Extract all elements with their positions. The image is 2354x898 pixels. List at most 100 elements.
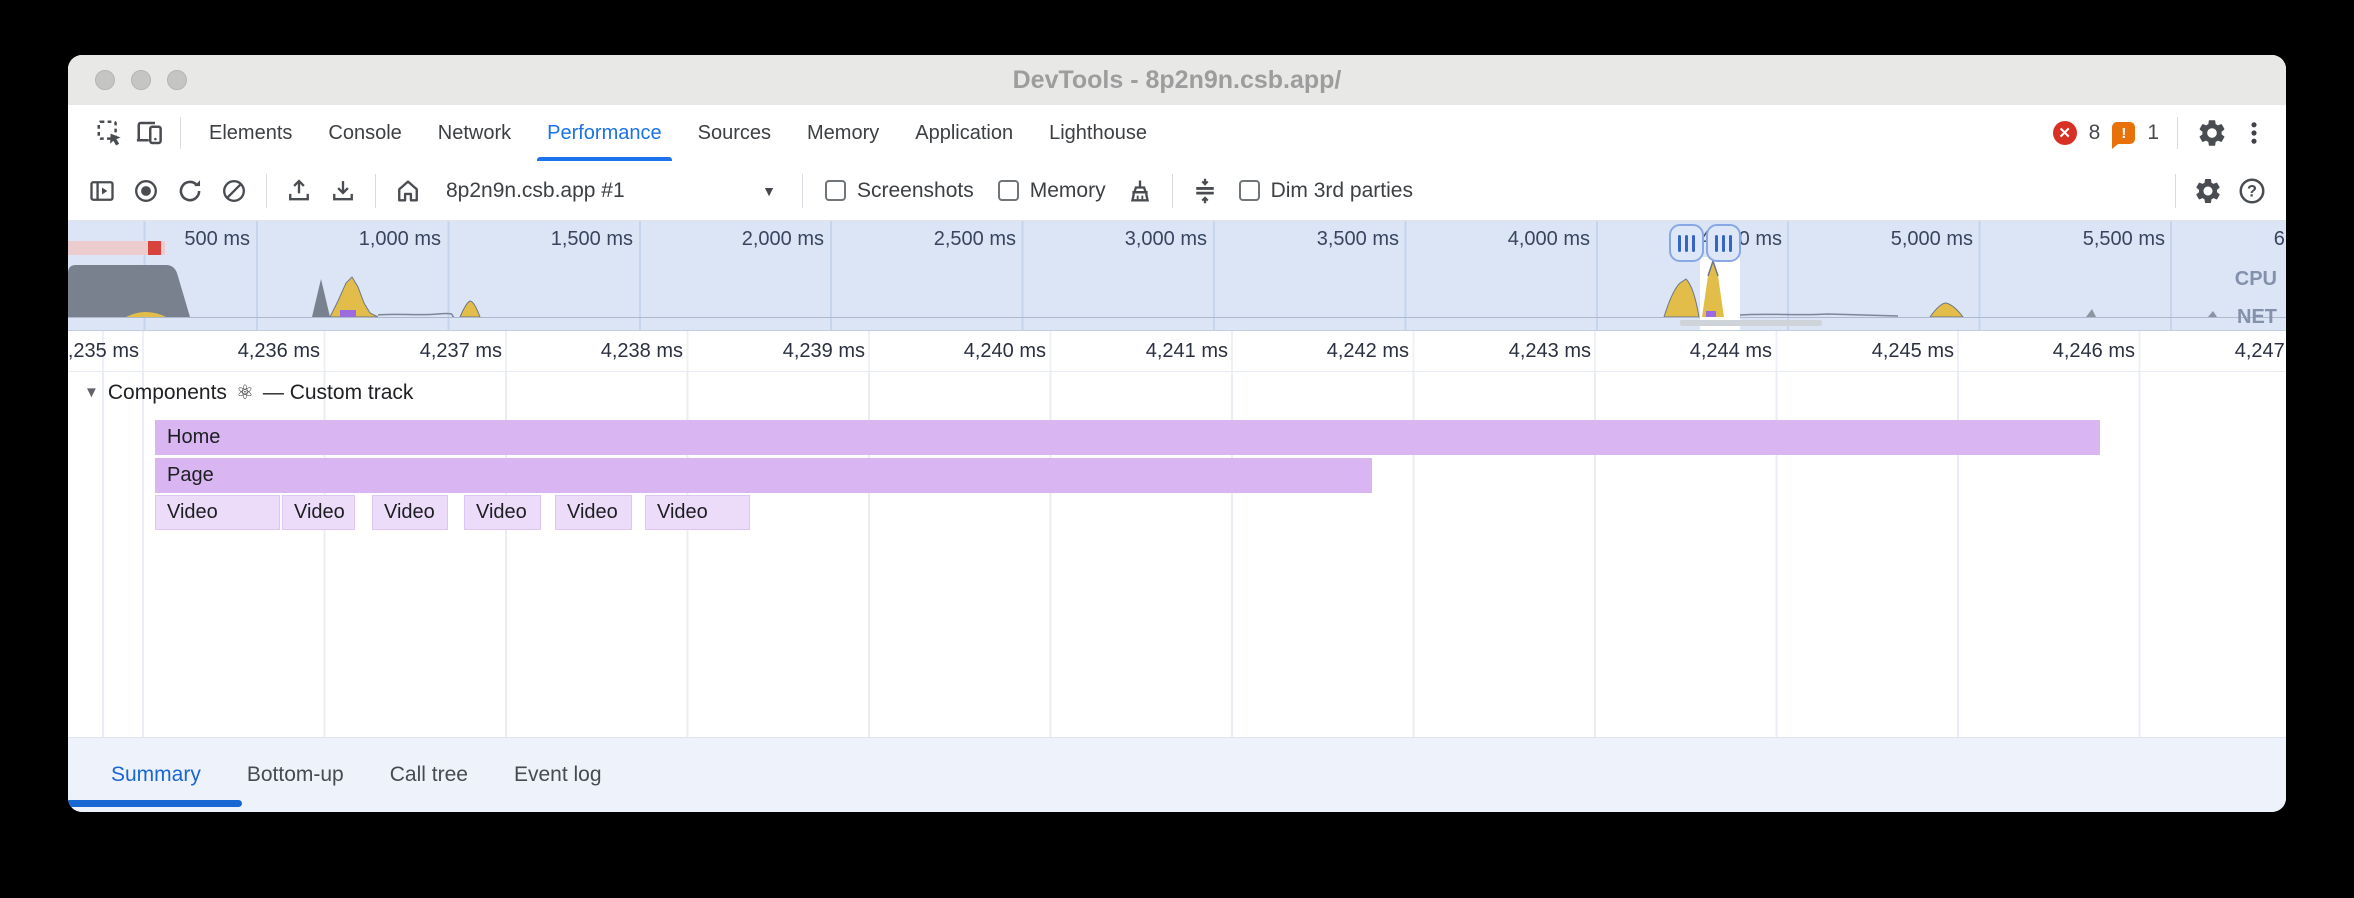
- zoom-window-button[interactable]: [167, 70, 187, 90]
- overview-tick-label: 1,500 ms: [551, 228, 633, 251]
- target-selector-value: 8p2n9n.csb.app #1: [446, 179, 625, 203]
- toolbar-divider: [802, 174, 803, 208]
- panel-tab[interactable]: Performance: [529, 105, 680, 161]
- atom-icon: ⚛: [236, 380, 254, 405]
- garbage-collect-broom-icon[interactable]: [1118, 168, 1162, 214]
- panel-tab[interactable]: Sources: [680, 105, 789, 161]
- panel-tab[interactable]: Memory: [789, 105, 897, 161]
- panel-tab[interactable]: Network: [420, 105, 529, 161]
- net-activity-bar: [1680, 320, 1822, 326]
- cpu-baseline: [68, 317, 2286, 318]
- window-title: DevTools - 8p2n9n.csb.app/: [68, 55, 2286, 105]
- track-event-bar[interactable]: Page: [155, 458, 1372, 493]
- track-event-bar[interactable]: Video: [555, 495, 632, 530]
- toolbar-divider: [266, 174, 267, 208]
- settings-gear-icon[interactable]: [2196, 117, 2228, 149]
- selection-cpu-spike: [1700, 257, 1740, 317]
- panel-tab[interactable]: Lighthouse: [1031, 105, 1165, 161]
- ruler-tick-label: 4,241 ms: [1146, 331, 1228, 371]
- detail-time-ruler: 4,235 ms 4,236 ms 4,237 ms 4,238 ms 4,239 ms…: [68, 331, 2286, 372]
- ruler-tick-label: 4,239 ms: [783, 331, 865, 371]
- track-event-bar[interactable]: Video: [372, 495, 448, 530]
- bottom-tab[interactable]: Call tree: [367, 738, 491, 812]
- toggle-sidebar-icon[interactable]: [80, 168, 124, 214]
- load-profile-icon[interactable]: [277, 168, 321, 214]
- devtools-tabbar: ElementsConsoleNetworkPerformanceSources…: [68, 105, 2286, 161]
- home-icon[interactable]: [386, 168, 430, 214]
- ruler-tick-label: 4,237 ms: [420, 331, 502, 371]
- collapse-arrow-icon[interactable]: ▼: [84, 384, 99, 401]
- minimize-window-button[interactable]: [131, 70, 151, 90]
- overview-tick-label: 3,500 ms: [1317, 228, 1399, 251]
- overview-tick-label: 2,500 ms: [934, 228, 1016, 251]
- selection-right-handle[interactable]: [1706, 224, 1741, 262]
- ruler-tick-label: 4,238 ms: [601, 331, 683, 371]
- timeline-overview[interactable]: 500 ms1,000 ms1,500 ms2,000 ms2,500 ms3,…: [68, 221, 2286, 331]
- ruler-tick-label: 4,245 ms: [1872, 331, 1954, 371]
- devtools-window: DevTools - 8p2n9n.csb.app/ ElementsConso…: [68, 55, 2286, 812]
- overview-tick-label: 4,000 ms: [1508, 228, 1590, 251]
- overview-tick-label: 3,000 ms: [1125, 228, 1207, 251]
- close-window-button[interactable]: [95, 70, 115, 90]
- help-icon[interactable]: ?: [2230, 168, 2274, 214]
- panel-tab[interactable]: Console: [310, 105, 419, 161]
- toolbar-divider: [1172, 174, 1173, 208]
- bottom-tab[interactable]: Event log: [491, 738, 625, 812]
- memory-label: Memory: [1030, 179, 1106, 203]
- tabbar-divider: [180, 117, 181, 149]
- ruler-tick-label: 4,242 ms: [1327, 331, 1409, 371]
- ruler-tick-label: 4,235 ms: [68, 331, 139, 371]
- panel-tabs: ElementsConsoleNetworkPerformanceSources…: [191, 105, 1165, 161]
- track-event-bar[interactable]: Video: [155, 495, 280, 530]
- ruler-tick-label: 4,244 ms: [1690, 331, 1772, 371]
- tabbar-right-cluster: ✕ 8 ! 1: [2053, 105, 2286, 161]
- warning-count[interactable]: 1: [2147, 121, 2159, 145]
- record-and-reload-icon[interactable]: [168, 168, 212, 214]
- track-event-bar[interactable]: Video: [464, 495, 541, 530]
- warning-badge-icon[interactable]: !: [2112, 122, 2135, 144]
- error-badge-icon[interactable]: ✕: [2053, 121, 2077, 145]
- collapse-flame-chart-icon[interactable]: [1183, 168, 1227, 214]
- dropdown-arrow-icon: ▼: [762, 183, 776, 199]
- overview-tick-label: 6,000 ms: [2274, 228, 2286, 251]
- ruler-tick-label: 4,247 ms: [2235, 331, 2286, 371]
- performance-toolbar: 8p2n9n.csb.app #1 ▼ Screenshots Memory: [68, 161, 2286, 221]
- ruler-tick-label: 4,246 ms: [2053, 331, 2135, 371]
- checkbox-box[interactable]: [825, 180, 846, 201]
- track-event-bar[interactable]: Home: [155, 420, 2100, 455]
- record-icon[interactable]: [124, 168, 168, 214]
- checkbox-box[interactable]: [1239, 180, 1260, 201]
- memory-checkbox[interactable]: Memory: [998, 179, 1106, 203]
- track-name: Components: [108, 381, 227, 405]
- clear-icon[interactable]: [212, 168, 256, 214]
- screenshots-checkbox[interactable]: Screenshots: [825, 179, 974, 203]
- selection-left-handle[interactable]: [1669, 224, 1704, 262]
- panel-tab[interactable]: Application: [897, 105, 1031, 161]
- flame-chart-area[interactable]: ▼ Components ⚛ — Custom track HomePageVi…: [68, 372, 2286, 737]
- ruler-tick-label: 4,236 ms: [238, 331, 320, 371]
- target-selector-dropdown[interactable]: 8p2n9n.csb.app #1 ▼: [436, 179, 786, 203]
- error-count[interactable]: 8: [2089, 121, 2101, 145]
- track-event-bar[interactable]: Video: [282, 495, 355, 530]
- more-options-kebab-icon[interactable]: [2240, 119, 2268, 147]
- bottom-tabbar: SummaryBottom-upCall treeEvent log: [68, 737, 2286, 812]
- overview-tick-label: 5,000 ms: [1891, 228, 1973, 251]
- overview-tick-label: 5,500 ms: [2083, 228, 2165, 251]
- toolbar-right-cluster: ?: [2165, 162, 2286, 220]
- components-track-header[interactable]: ▼ Components ⚛ — Custom track: [84, 380, 413, 405]
- save-profile-icon[interactable]: [321, 168, 365, 214]
- overview-tick-label: 500 ms: [184, 228, 250, 251]
- track-event-bar[interactable]: Video: [645, 495, 750, 530]
- svg-text:?: ?: [2247, 182, 2257, 200]
- overview-tick-label: 2,000 ms: [742, 228, 824, 251]
- cpu-label: CPU: [2235, 268, 2277, 291]
- capture-settings-gear-icon[interactable]: [2186, 168, 2230, 214]
- dim-3rd-parties-checkbox[interactable]: Dim 3rd parties: [1239, 179, 1413, 203]
- bottom-tab[interactable]: Bottom-up: [224, 738, 367, 812]
- device-toolbar-icon[interactable]: [130, 105, 170, 161]
- tabbar-right-divider: [2177, 117, 2178, 149]
- inspect-element-icon[interactable]: [90, 105, 130, 161]
- selected-tab-underline: [68, 800, 242, 807]
- panel-tab[interactable]: Elements: [191, 105, 310, 161]
- checkbox-box[interactable]: [998, 180, 1019, 201]
